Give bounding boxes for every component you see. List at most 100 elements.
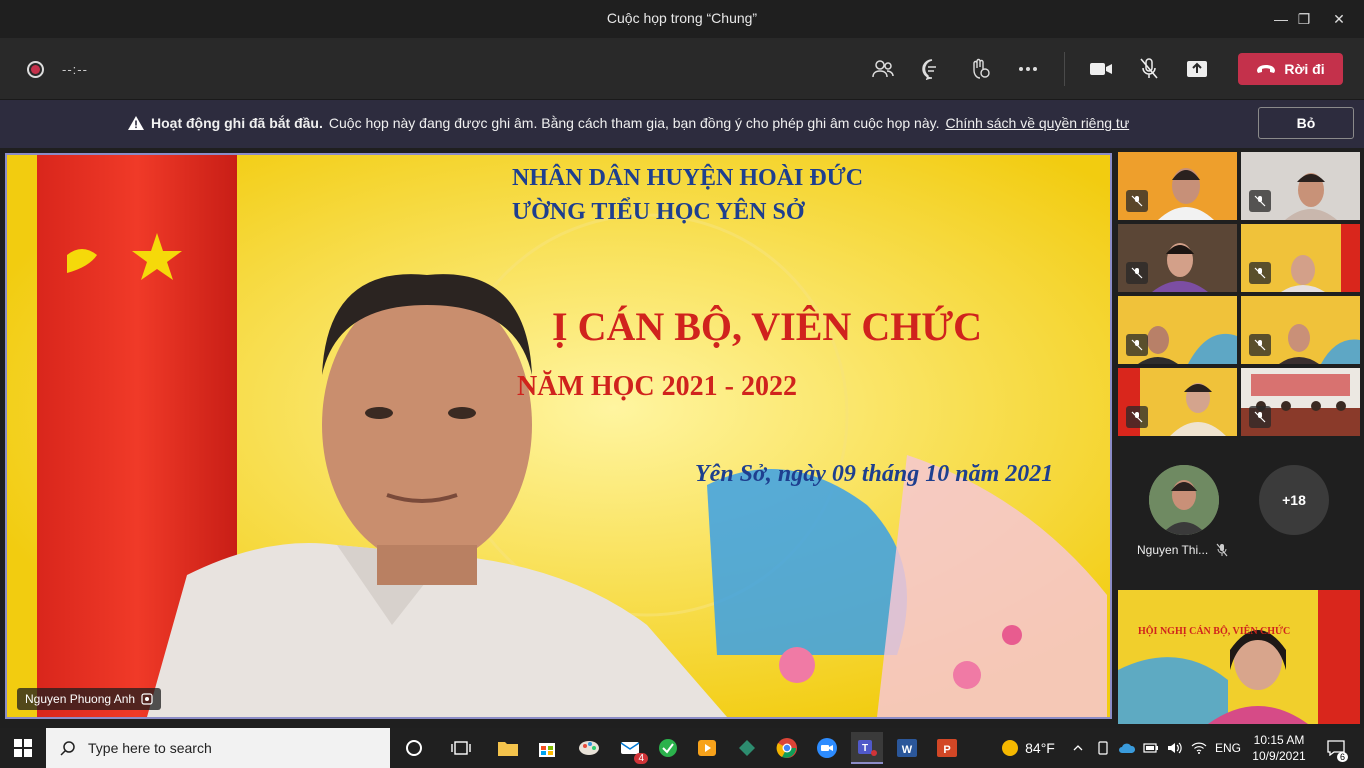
muted-indicator bbox=[1249, 190, 1271, 212]
window-title: Cuộc họp trong “Chung” bbox=[606, 10, 758, 26]
title-bar: Cuộc họp trong “Chung” — ❐ ✕ bbox=[0, 0, 1364, 38]
more-icon bbox=[1019, 67, 1037, 71]
muted-indicator bbox=[1126, 334, 1148, 356]
chrome-icon bbox=[776, 738, 797, 758]
teams-button[interactable]: T bbox=[851, 732, 883, 764]
more-actions-button[interactable] bbox=[1011, 53, 1045, 85]
share-button[interactable] bbox=[1180, 53, 1214, 85]
weather-temp: 84°F bbox=[1025, 740, 1055, 756]
notifications-button[interactable]: 6 bbox=[1318, 728, 1354, 768]
network-button[interactable] bbox=[1188, 728, 1210, 768]
clock[interactable]: 10:15 AM 10/9/2021 bbox=[1246, 732, 1312, 764]
taskbar-search[interactable]: Type here to search bbox=[46, 728, 390, 768]
mic-off-icon bbox=[1140, 58, 1158, 79]
avatar[interactable] bbox=[1149, 465, 1219, 535]
more-participants-button[interactable]: +18 bbox=[1259, 465, 1329, 535]
participant-tile[interactable] bbox=[1241, 296, 1360, 364]
close-icon: ✕ bbox=[1333, 10, 1345, 27]
cortana-button[interactable] bbox=[398, 732, 430, 764]
tray-device-icon[interactable] bbox=[1094, 728, 1112, 768]
people-icon bbox=[872, 60, 894, 78]
onedrive-button[interactable] bbox=[1116, 728, 1138, 768]
participant-tile[interactable] bbox=[1118, 224, 1237, 292]
language-indicator[interactable]: ENG bbox=[1212, 728, 1244, 768]
leave-button[interactable]: Rời đi bbox=[1238, 53, 1343, 85]
participant-name: Nguyen Phuong Anh bbox=[25, 692, 136, 706]
app-green-button[interactable] bbox=[652, 732, 684, 764]
powerpoint-button[interactable]: P bbox=[931, 732, 963, 764]
participant-tile[interactable] bbox=[1241, 224, 1360, 292]
participant-tile[interactable] bbox=[1241, 152, 1360, 220]
video-editor-icon bbox=[698, 740, 716, 756]
device-icon bbox=[1098, 741, 1108, 755]
search-icon bbox=[60, 741, 75, 756]
clock-date: 10/9/2021 bbox=[1252, 749, 1306, 763]
mic-off-icon bbox=[1254, 339, 1266, 351]
hang-up-icon bbox=[1257, 65, 1276, 73]
cloud-icon bbox=[1119, 743, 1136, 753]
chrome-button[interactable] bbox=[771, 732, 803, 764]
reactions-button[interactable] bbox=[963, 53, 997, 85]
leave-label: Rời đi bbox=[1284, 61, 1325, 77]
start-button[interactable] bbox=[0, 728, 46, 768]
meeting-stage: NHÂN DÂN HUYỆN HOÀI ĐỨC ƯỜNG TIỂU HỌC YÊ… bbox=[0, 148, 1364, 724]
search-placeholder: Type here to search bbox=[88, 740, 212, 756]
backdrop-line1: NHÂN DÂN HUYỆN HOÀI ĐỨC bbox=[512, 165, 864, 191]
backdrop-year: NĂM HỌC 2021 - 2022 bbox=[517, 371, 797, 402]
word-icon: W bbox=[897, 739, 917, 757]
svg-text:W: W bbox=[902, 744, 913, 756]
self-backdrop-heading: HỘI NGHỊ CÁN BỘ, VIÊN CHỨC bbox=[1138, 626, 1291, 637]
meeting-toolbar: --:-- Rời đi bbox=[0, 38, 1364, 100]
store-button[interactable] bbox=[531, 732, 563, 764]
chat-button[interactable] bbox=[915, 53, 949, 85]
recording-icon bbox=[27, 61, 44, 78]
file-explorer-button[interactable] bbox=[492, 732, 524, 764]
muted-indicator bbox=[1126, 262, 1148, 284]
privacy-link[interactable]: Chính sách về quyền riêng tư bbox=[945, 115, 1129, 131]
mic-off-icon bbox=[1254, 411, 1266, 423]
mic-off-icon bbox=[1131, 267, 1143, 279]
zoom-icon bbox=[817, 738, 837, 758]
backdrop-line2: ƯỜNG TIỂU HỌC YÊN SỞ bbox=[512, 199, 805, 225]
volume-button[interactable] bbox=[1164, 728, 1186, 768]
avatar-image bbox=[1149, 465, 1219, 535]
muted-indicator bbox=[1249, 334, 1271, 356]
task-view-button[interactable] bbox=[445, 732, 477, 764]
participants-button[interactable] bbox=[866, 53, 900, 85]
app-diamond-button[interactable] bbox=[731, 732, 763, 764]
recording-banner: Hoạt động ghi đã bắt đầu. Cuộc họp này đ… bbox=[0, 100, 1364, 148]
main-video[interactable]: NHÂN DÂN HUYỆN HOÀI ĐỨC ƯỜNG TIỂU HỌC YÊ… bbox=[5, 153, 1112, 719]
svg-text:P: P bbox=[943, 744, 950, 756]
pin-icon bbox=[141, 693, 153, 705]
mic-button[interactable] bbox=[1132, 53, 1166, 85]
camera-button[interactable] bbox=[1084, 53, 1118, 85]
close-button[interactable]: ✕ bbox=[1316, 0, 1362, 38]
muted-indicator bbox=[1249, 406, 1271, 428]
participant-tile[interactable] bbox=[1118, 296, 1237, 364]
participant-tile[interactable] bbox=[1118, 152, 1237, 220]
share-screen-icon bbox=[1187, 61, 1207, 77]
mail-button[interactable]: 4 bbox=[614, 732, 648, 764]
zoom-button[interactable] bbox=[811, 732, 843, 764]
cortana-icon bbox=[406, 740, 422, 756]
self-view[interactable]: HỘI NGHỊ CÁN BỘ, VIÊN CHỨC bbox=[1118, 590, 1360, 724]
chevron-up-icon bbox=[1073, 745, 1083, 751]
paint-button[interactable] bbox=[573, 732, 605, 764]
battery-button[interactable] bbox=[1141, 728, 1161, 768]
mic-off-icon bbox=[1216, 543, 1228, 557]
battery-icon bbox=[1143, 743, 1158, 753]
participant-tile[interactable] bbox=[1241, 368, 1360, 436]
task-view-icon bbox=[451, 741, 471, 755]
folder-icon bbox=[498, 742, 518, 756]
mic-off-icon bbox=[1131, 339, 1143, 351]
store-icon bbox=[539, 743, 555, 757]
teams-icon: T bbox=[858, 740, 877, 756]
weather-widget[interactable]: 84°F bbox=[996, 728, 1060, 768]
mic-off-icon bbox=[1254, 195, 1266, 207]
show-hidden-icons-button[interactable] bbox=[1068, 728, 1088, 768]
backdrop-date: Yên Sở, ngày 09 tháng 10 năm 2021 bbox=[695, 461, 1054, 487]
dismiss-button[interactable]: Bỏ bbox=[1258, 107, 1354, 139]
participant-tile[interactable] bbox=[1118, 368, 1237, 436]
word-button[interactable]: W bbox=[891, 732, 923, 764]
video-editor-button[interactable] bbox=[691, 732, 723, 764]
